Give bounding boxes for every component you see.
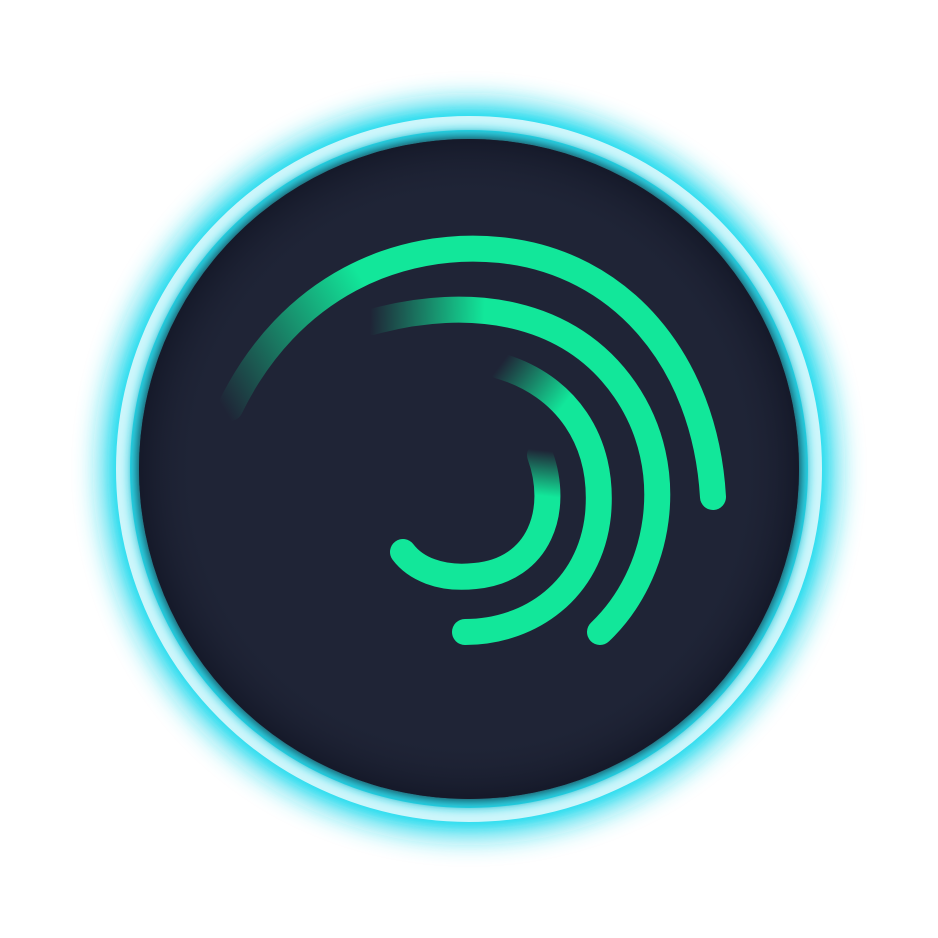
swirl-arcs-icon <box>102 102 836 836</box>
app-logo-badge <box>0 0 938 938</box>
